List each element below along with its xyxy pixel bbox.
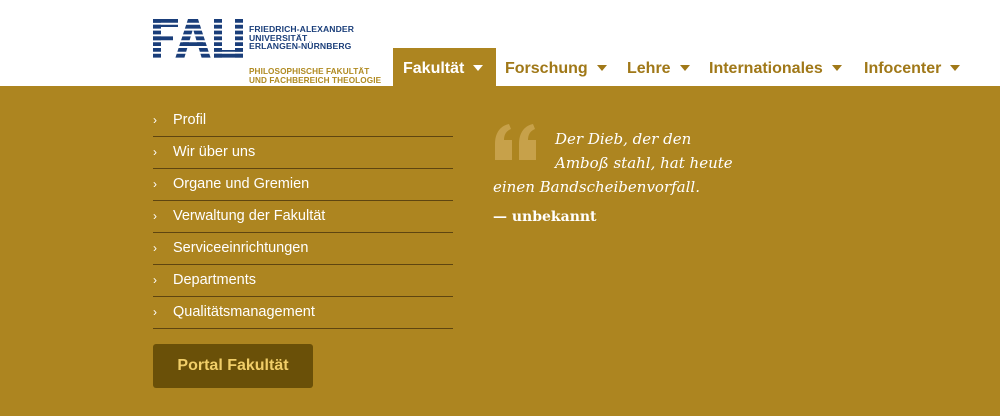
submenu-item-label: Wir über uns [173, 144, 256, 160]
nav-item-label: Forschung [505, 60, 588, 77]
nav-item-label: Infocenter [864, 60, 942, 77]
submenu-item-qualitaetsmanagement[interactable]: › Qualitätsmanagement [153, 297, 453, 329]
chevron-right-icon: › [153, 177, 157, 191]
nav-item-fakultaet[interactable]: Fakultät [393, 48, 496, 86]
chevron-right-icon: › [153, 209, 157, 223]
caret-down-icon [679, 65, 690, 71]
site-header: FRIEDRICH-ALEXANDER UNIVERSITÄT ERLANGEN… [0, 0, 1000, 86]
submenu-item-verwaltung[interactable]: › Verwaltung der Fakultät [153, 201, 453, 233]
chevron-right-icon: › [153, 113, 157, 127]
submenu-list: › Profil › Wir über uns › Organe und Gre… [153, 105, 453, 329]
quote-line: einen Bandscheibenvorfall. [493, 178, 700, 196]
submenu-item-label: Qualitätsmanagement [173, 304, 315, 320]
quote-block: Der Dieb, der den Amboß stahl, hat heute… [493, 122, 793, 232]
nav-item-lehre[interactable]: Lehre [627, 48, 690, 86]
quote-line: Der Dieb, der den [555, 130, 692, 148]
quote-author: — unbekannt [493, 209, 597, 225]
nav-item-internationales[interactable]: Internationales [709, 48, 842, 86]
caret-down-icon [831, 65, 842, 71]
submenu-item-label: Serviceeinrichtungen [173, 240, 309, 256]
caret-down-icon [950, 65, 961, 71]
submenu-item-label: Organe und Gremien [173, 176, 310, 192]
submenu-item-departments[interactable]: › Departments [153, 265, 453, 297]
submenu-item-label: Verwaltung der Fakultät [173, 208, 326, 224]
nav-item-label: Lehre [627, 60, 671, 77]
caret-down-icon [596, 65, 607, 71]
mega-menu-panel: › Profil › Wir über uns › Organe und Gre… [0, 86, 1000, 416]
caret-down-icon [473, 65, 484, 71]
portal-fakultaet-button[interactable]: Portal Fakultät [153, 344, 313, 388]
nav-item-label: Fakultät [403, 60, 465, 77]
chevron-right-icon: › [153, 273, 157, 287]
chevron-right-icon: › [153, 305, 157, 319]
nav-item-infocenter[interactable]: Infocenter [864, 48, 961, 86]
submenu-item-organe-und-gremien[interactable]: › Organe und Gremien [153, 169, 453, 201]
quote-line: Amboß stahl, hat heute [555, 154, 733, 172]
chevron-right-icon: › [153, 241, 157, 255]
nav-item-forschung[interactable]: Forschung [505, 48, 607, 86]
submenu-item-wir-ueber-uns[interactable]: › Wir über uns [153, 137, 453, 169]
nav-item-label: Internationales [709, 60, 823, 77]
submenu-item-label: Departments [173, 272, 257, 288]
submenu-item-label: Profil [173, 112, 207, 128]
submenu-item-serviceeinrichtungen[interactable]: › Serviceeinrichtungen [153, 233, 453, 265]
chevron-right-icon: › [153, 145, 157, 159]
main-navigation: Fakultät Forschung Lehre Internationales… [0, 48, 1000, 86]
submenu-item-profil[interactable]: › Profil [153, 105, 453, 137]
quote-text: Der Dieb, der den Amboß stahl, hat heute… [493, 127, 793, 199]
